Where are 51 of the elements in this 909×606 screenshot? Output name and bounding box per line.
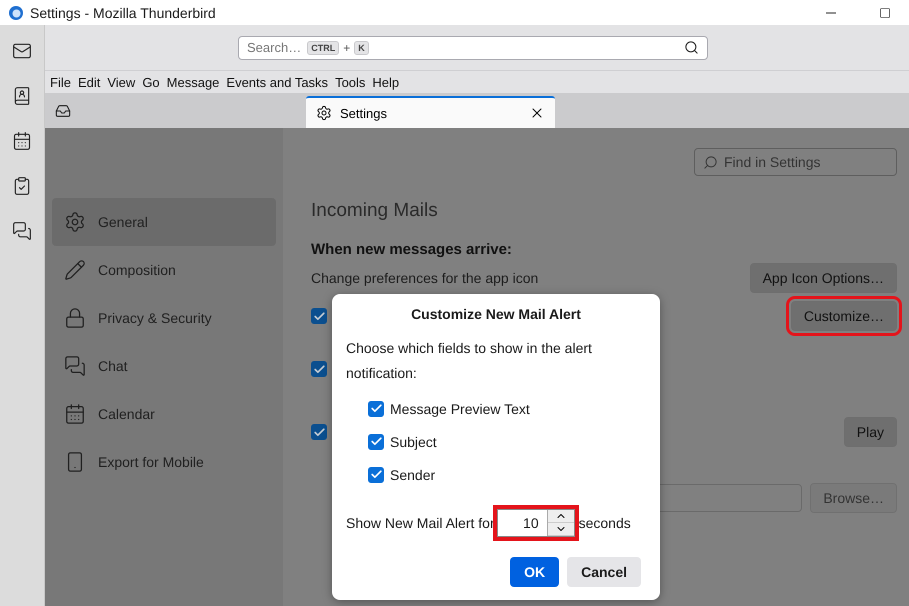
section-subtitle: When new messages arrive:: [311, 241, 513, 258]
menu-item[interactable]: View: [106, 74, 142, 90]
checkbox[interactable]: [368, 400, 384, 416]
checkbox[interactable]: [311, 308, 327, 324]
lock-icon: [64, 307, 86, 329]
duration-label: Show New Mail Alert for: [346, 515, 495, 531]
menu-item[interactable]: Help: [371, 74, 406, 90]
menu-item[interactable]: Edit: [76, 74, 106, 90]
inbox-icon[interactable]: [55, 102, 71, 118]
duration-unit: seconds: [578, 515, 631, 531]
option-button[interactable]: Play: [844, 417, 897, 447]
menu-item[interactable]: Tools: [334, 74, 372, 90]
nav-item[interactable]: Chat: [52, 342, 276, 390]
nav-item[interactable]: Privacy & Security: [52, 294, 276, 342]
search-field[interactable]: Search… CTRL + K: [238, 36, 708, 60]
pencil-icon: [64, 259, 86, 281]
checkbox-label: Subject: [390, 434, 437, 450]
ok-button[interactable]: OK: [510, 557, 560, 587]
app-icon-options-button[interactable]: App Icon Options…: [750, 263, 897, 293]
dialog-text: Choose which fields to show in the alert notification:: [346, 339, 593, 383]
nav-item[interactable]: Composition: [52, 246, 276, 294]
search-icon: [703, 154, 718, 170]
checkbox[interactable]: [311, 424, 327, 440]
checkbox[interactable]: [368, 466, 384, 482]
settings-icon: [316, 105, 332, 121]
checkbox-label: Sender: [390, 466, 436, 482]
nav-item[interactable]: Calendar: [52, 390, 276, 438]
checkbox-label: Message Preview Text: [390, 400, 530, 416]
menu-item[interactable]: Events and Tasks: [225, 74, 334, 90]
checkbox[interactable]: [368, 434, 384, 450]
settings-icon: [64, 211, 86, 233]
checkbox[interactable]: [311, 361, 327, 377]
chat-button[interactable]: [10, 219, 34, 243]
search-icon: [684, 40, 699, 55]
menu-item[interactable]: Message: [166, 74, 226, 90]
section-title: Incoming Mails: [311, 200, 439, 222]
menu-item[interactable]: Go: [141, 74, 166, 90]
minimize-icon: [826, 12, 836, 14]
dialog-title: Customize New Mail Alert: [410, 306, 582, 322]
option-label: Change preferences for the app icon: [311, 270, 538, 286]
chat-icon: [64, 355, 86, 377]
window-title: Settings - Mozilla Thunderbird: [30, 4, 217, 20]
decrement-button[interactable]: [548, 523, 574, 536]
cancel-button[interactable]: Cancel: [567, 557, 641, 587]
maximize-icon: [879, 6, 891, 18]
settings-tab[interactable]: Settings: [306, 96, 555, 128]
app-logo-icon: [8, 4, 24, 20]
menu-item[interactable]: File: [49, 74, 77, 90]
calendar-icon: [64, 403, 86, 425]
nav-item[interactable]: Export for Mobile: [52, 438, 276, 486]
increment-button[interactable]: [548, 510, 574, 523]
